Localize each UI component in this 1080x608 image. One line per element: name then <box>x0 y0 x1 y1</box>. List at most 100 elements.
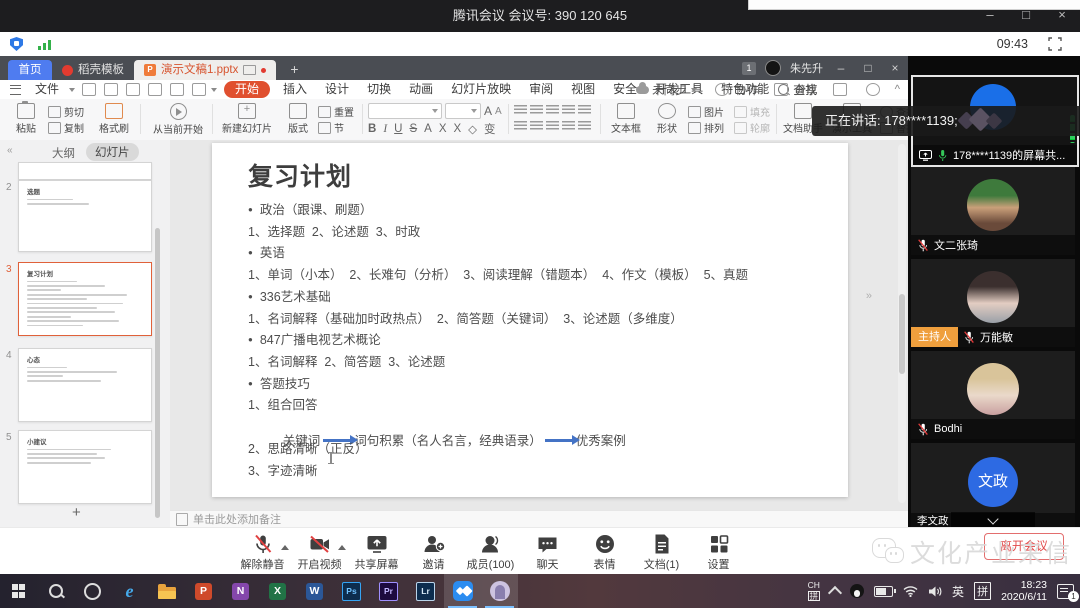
taskbar-search[interactable] <box>37 574 74 608</box>
lang-english-indicator[interactable]: 英 <box>952 583 964 600</box>
play-from-current-button[interactable]: 从当前开始 <box>146 101 210 136</box>
qq-tray-icon[interactable] <box>850 584 864 598</box>
shapes-button[interactable]: 形状 <box>650 101 684 135</box>
bold-button[interactable]: B <box>368 123 376 135</box>
wps-user-avatar[interactable] <box>765 60 781 76</box>
redo-icon[interactable] <box>192 83 206 96</box>
battery-icon[interactable] <box>874 586 893 597</box>
copy-button[interactable]: 复制 <box>48 120 84 135</box>
network-signal-icon[interactable] <box>38 40 51 50</box>
collaborate-button[interactable]: 协作 <box>711 82 759 98</box>
thumbnail-slide-5[interactable]: 小建议 <box>18 430 152 504</box>
tab-outline[interactable]: 大纲 <box>52 145 75 161</box>
taskbar-lightroom[interactable]: Lr <box>407 574 444 608</box>
taskbar-powerpoint[interactable]: P <box>185 574 222 608</box>
menu-view[interactable]: 视图 <box>562 80 604 99</box>
docs-button[interactable]: 文档(1) <box>633 531 690 572</box>
participant-tile-host[interactable]: 主持人 万能敏 <box>911 259 1075 347</box>
start-video-button[interactable]: 开启视频 <box>291 531 348 572</box>
undo-icon[interactable] <box>170 83 184 96</box>
paste-button[interactable]: 粘贴 <box>6 101 46 135</box>
collapse-tiles-chevron[interactable] <box>951 512 1035 527</box>
taskbar-clock[interactable]: 18:232020/6/11 <box>1001 579 1047 603</box>
collapse-ribbon-icon[interactable]: ^ <box>895 84 900 96</box>
print-icon[interactable] <box>126 83 140 96</box>
taskbar-tencent-meeting-active[interactable] <box>444 574 481 608</box>
menu-slideshow[interactable]: 幻灯片放映 <box>442 80 520 99</box>
volume-icon[interactable] <box>928 585 942 598</box>
sync-status[interactable]: 未同步 <box>636 82 700 98</box>
tab-slides[interactable]: 幻灯片 <box>86 143 139 161</box>
video-options-caret[interactable] <box>338 541 346 550</box>
help-icon[interactable] <box>866 83 880 96</box>
decrease-font-button[interactable]: A <box>495 106 502 117</box>
wps-close-button[interactable]: × <box>886 61 904 75</box>
textbox-button[interactable]: 文本框 <box>604 101 648 135</box>
thumbnail-slide-3-selected[interactable]: 复习计划 <box>18 262 152 336</box>
layout-button[interactable]: 版式 <box>280 101 316 135</box>
increase-font-button[interactable]: A <box>484 104 492 118</box>
subscript-button[interactable]: X <box>453 123 461 135</box>
unmute-button[interactable]: 解除静音 <box>234 531 291 572</box>
superscript-button[interactable]: X <box>439 123 447 135</box>
panel-scrollbar[interactable] <box>155 228 160 518</box>
add-slide-button[interactable]: + <box>72 504 81 521</box>
menu-file[interactable]: 文件 <box>26 80 68 99</box>
participant-tile[interactable]: Bodhi <box>911 351 1075 439</box>
docs-count-badge[interactable]: 1 <box>742 62 756 75</box>
fullscreen-icon[interactable] <box>1048 37 1062 51</box>
new-tab-button[interactable]: + <box>290 58 298 80</box>
font-size-select[interactable] <box>445 103 481 119</box>
emoji-button[interactable]: 表情 <box>576 531 633 572</box>
preview-icon[interactable] <box>148 83 162 96</box>
tray-expand-icon[interactable] <box>828 586 842 600</box>
font-color-button[interactable]: A <box>424 123 432 135</box>
wifi-icon[interactable] <box>903 585 918 597</box>
lang-pinyin-indicator[interactable]: 拼 <box>974 582 991 600</box>
menu-animation[interactable]: 动画 <box>400 80 442 99</box>
align-buttons-top[interactable] <box>514 105 591 115</box>
menu-transitions[interactable]: 切换 <box>358 80 400 99</box>
menu-home[interactable]: 开始 <box>224 81 270 98</box>
chat-button[interactable]: 聊天 <box>519 531 576 572</box>
slide-scrollbar[interactable] <box>898 144 906 503</box>
participant-tile[interactable]: 文政 李文政 <box>911 443 1075 527</box>
wps-maximize-button[interactable]: □ <box>859 61 877 75</box>
invite-button[interactable]: 邀请 <box>405 531 462 572</box>
section-button[interactable]: 节 <box>318 120 344 135</box>
mic-options-caret[interactable] <box>281 541 289 550</box>
taskbar-wechat-active[interactable] <box>481 574 518 608</box>
pane-handle-icon[interactable]: » <box>866 290 872 302</box>
taskbar-premiere[interactable]: Pr <box>370 574 407 608</box>
thumbnail-slide-2[interactable]: 选题 <box>18 180 152 252</box>
mode-icon[interactable] <box>833 83 847 96</box>
tab-document[interactable]: P 演示文稿1.pptx <box>134 60 276 80</box>
font-name-select[interactable] <box>368 103 442 119</box>
menu-review[interactable]: 审阅 <box>520 80 562 99</box>
text-effects-button[interactable]: 变 <box>484 121 496 137</box>
collapse-panel-icon[interactable]: « <box>7 145 13 156</box>
save-icon[interactable] <box>82 83 96 96</box>
cut-button[interactable]: 剪切 <box>48 104 84 119</box>
leave-meeting-button[interactable]: 离开会议 <box>984 533 1064 560</box>
taskbar-onenote[interactable]: N <box>222 574 259 608</box>
italic-button[interactable]: I <box>383 123 387 135</box>
taskbar-edge[interactable]: e <box>111 574 148 608</box>
output-icon[interactable] <box>104 83 118 96</box>
reset-button[interactable]: 重置 <box>318 104 354 119</box>
new-slide-button[interactable]: 新建幻灯片 <box>216 101 278 135</box>
taskbar-explorer[interactable] <box>148 574 185 608</box>
more-caret-icon[interactable] <box>211 88 217 95</box>
taskbar-cortana[interactable] <box>74 574 111 608</box>
thumbnail-slide-4[interactable]: 心态 <box>18 348 152 422</box>
picture-button[interactable]: 图片 <box>688 104 724 119</box>
participant-tile[interactable]: 文二张琦 <box>911 167 1075 255</box>
ime-indicator[interactable]: CH拼 <box>808 581 821 601</box>
thumbnail-slide-1[interactable] <box>18 162 152 180</box>
share-button[interactable]: 分享 <box>770 82 818 98</box>
slide-canvas[interactable]: 复习计划 政治（跟课、刷题） 1、选择题 2、论述题 3、时政 英语 1、单词（… <box>212 143 848 497</box>
clear-format-button[interactable]: ◇ <box>468 122 477 136</box>
hamburger-icon[interactable] <box>10 85 21 95</box>
taskbar-photoshop[interactable]: Ps <box>333 574 370 608</box>
underline-button[interactable]: U <box>394 123 402 135</box>
